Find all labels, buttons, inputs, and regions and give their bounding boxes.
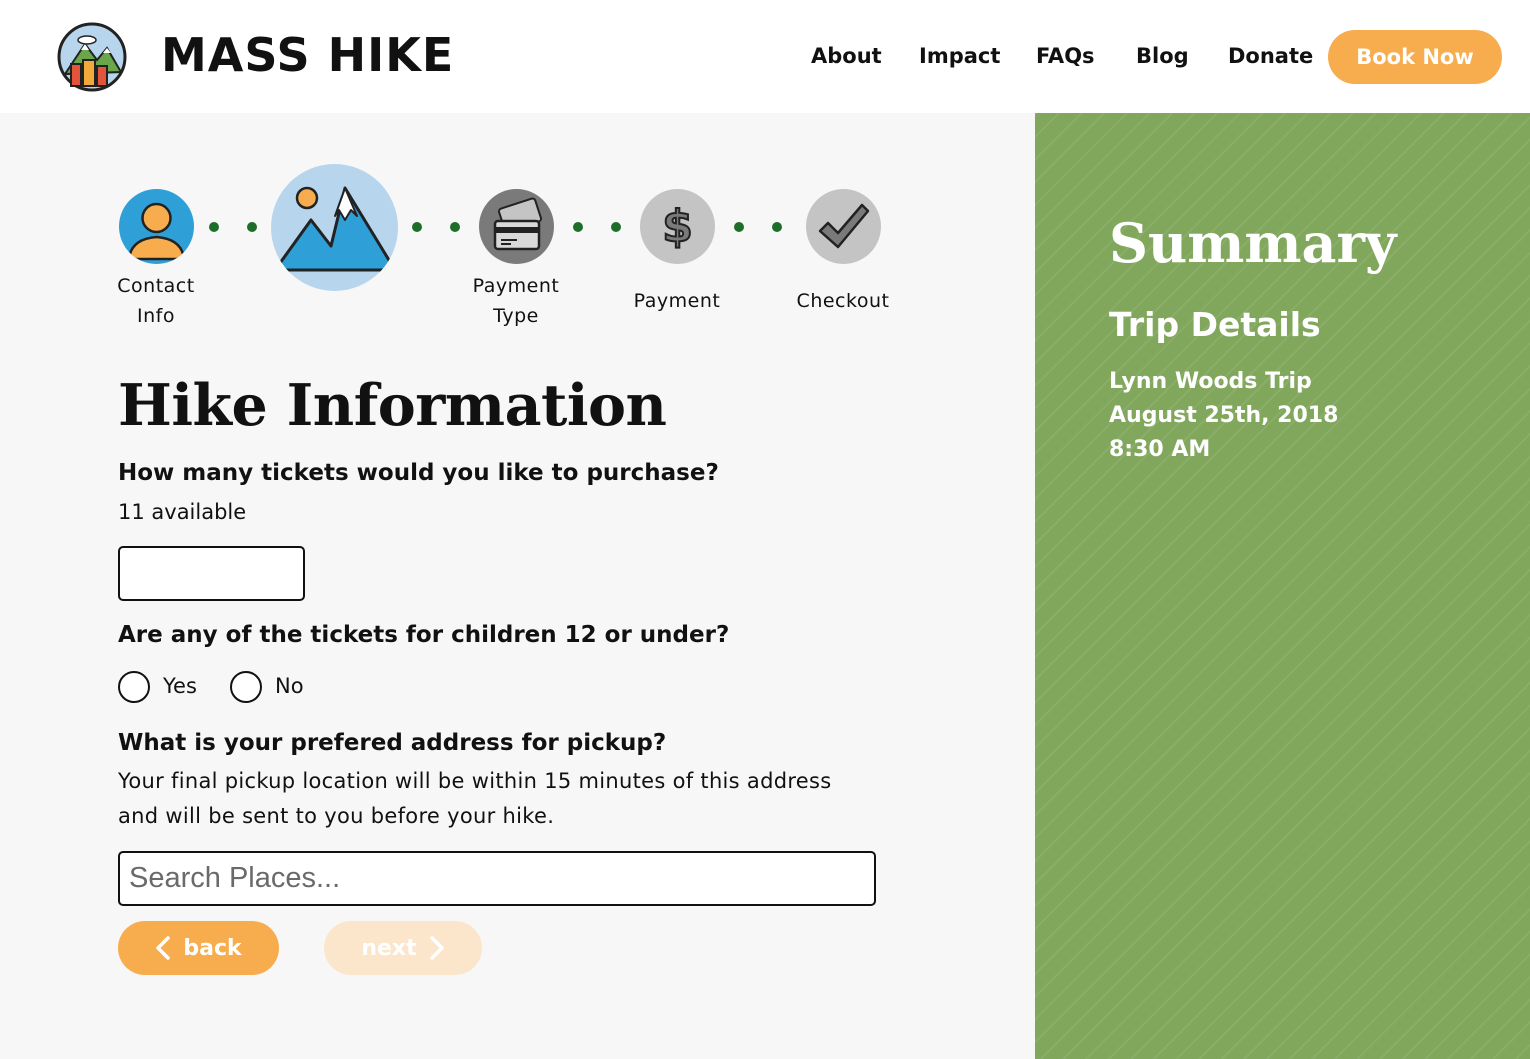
step-connector-dot <box>573 222 583 232</box>
step-connector-dot <box>247 222 257 232</box>
back-button[interactable]: back <box>118 921 279 975</box>
checkmark-icon <box>818 203 870 249</box>
children-no-label[interactable]: No <box>275 674 304 698</box>
mass-hike-logo-icon[interactable] <box>57 22 127 92</box>
step-connector-dot <box>209 222 219 232</box>
chevron-right-icon <box>429 936 444 960</box>
step-label-payment: Payment <box>633 290 721 312</box>
step-label-payment-type-line2: Type <box>493 305 539 327</box>
tickets-question: How many tickets would you like to purch… <box>118 460 719 486</box>
step-connector-dot <box>772 222 782 232</box>
step-connector-dot <box>412 222 422 232</box>
nav-about[interactable]: About <box>811 44 882 74</box>
next-button[interactable]: next <box>324 921 482 975</box>
step-hike-information[interactable] <box>271 164 398 291</box>
nav-impact[interactable]: Impact <box>919 44 1000 74</box>
nav-blog[interactable]: Blog <box>1136 44 1189 74</box>
step-connector-dot <box>734 222 744 232</box>
tickets-quantity-input[interactable] <box>118 546 305 601</box>
step-checkout[interactable] <box>806 189 881 264</box>
address-help-line2: and will be sent to you before your hike… <box>118 804 555 828</box>
next-button-label: next <box>361 935 417 961</box>
children-yes-radio[interactable] <box>118 671 150 703</box>
step-payment-type[interactable] <box>479 189 554 264</box>
step-label-contact-line2: Info <box>137 305 175 327</box>
credit-card-icon <box>493 197 542 251</box>
step-label-contact-line1: Contact <box>117 275 195 297</box>
search-places-input[interactable] <box>118 851 876 906</box>
back-button-label: back <box>183 935 242 961</box>
mountain-icon <box>273 186 397 272</box>
trip-time: 8:30 AM <box>1109 437 1211 462</box>
nav-faqs[interactable]: FAQs <box>1036 44 1095 74</box>
site-header: MASS HIKE About Impact FAQs Blog Donate … <box>0 0 1530 113</box>
address-help-line1: Your final pickup location will be withi… <box>118 769 832 793</box>
summary-panel: Summary Trip Details Lynn Woods Trip Aug… <box>1035 113 1530 1059</box>
tickets-available-text: 11 available <box>118 500 247 524</box>
person-icon <box>127 202 186 261</box>
step-label-payment-type-line1: Payment <box>472 275 560 297</box>
address-question: What is your prefered address for pickup… <box>118 730 667 756</box>
book-now-button[interactable]: Book Now <box>1328 30 1502 84</box>
trip-name: Lynn Woods Trip <box>1109 369 1312 394</box>
page-title: Hike Information <box>118 372 667 439</box>
svg-text:$: $ <box>662 201 693 252</box>
nav-donate[interactable]: Donate <box>1228 44 1313 74</box>
summary-title: Summary <box>1109 211 1397 275</box>
step-connector-dot <box>450 222 460 232</box>
children-yes-label[interactable]: Yes <box>163 674 197 698</box>
dollar-icon: $ <box>661 200 694 253</box>
children-question: Are any of the tickets for children 12 o… <box>118 622 730 648</box>
step-contact-info[interactable] <box>119 189 194 264</box>
step-connector-dot <box>611 222 621 232</box>
trip-details-heading: Trip Details <box>1109 305 1321 344</box>
trip-date: August 25th, 2018 <box>1109 403 1339 428</box>
children-no-radio[interactable] <box>230 671 262 703</box>
chevron-left-icon <box>156 936 171 960</box>
step-payment[interactable]: $ <box>640 189 715 264</box>
brand-name[interactable]: MASS HIKE <box>161 28 454 82</box>
step-label-checkout: Checkout <box>796 290 890 312</box>
